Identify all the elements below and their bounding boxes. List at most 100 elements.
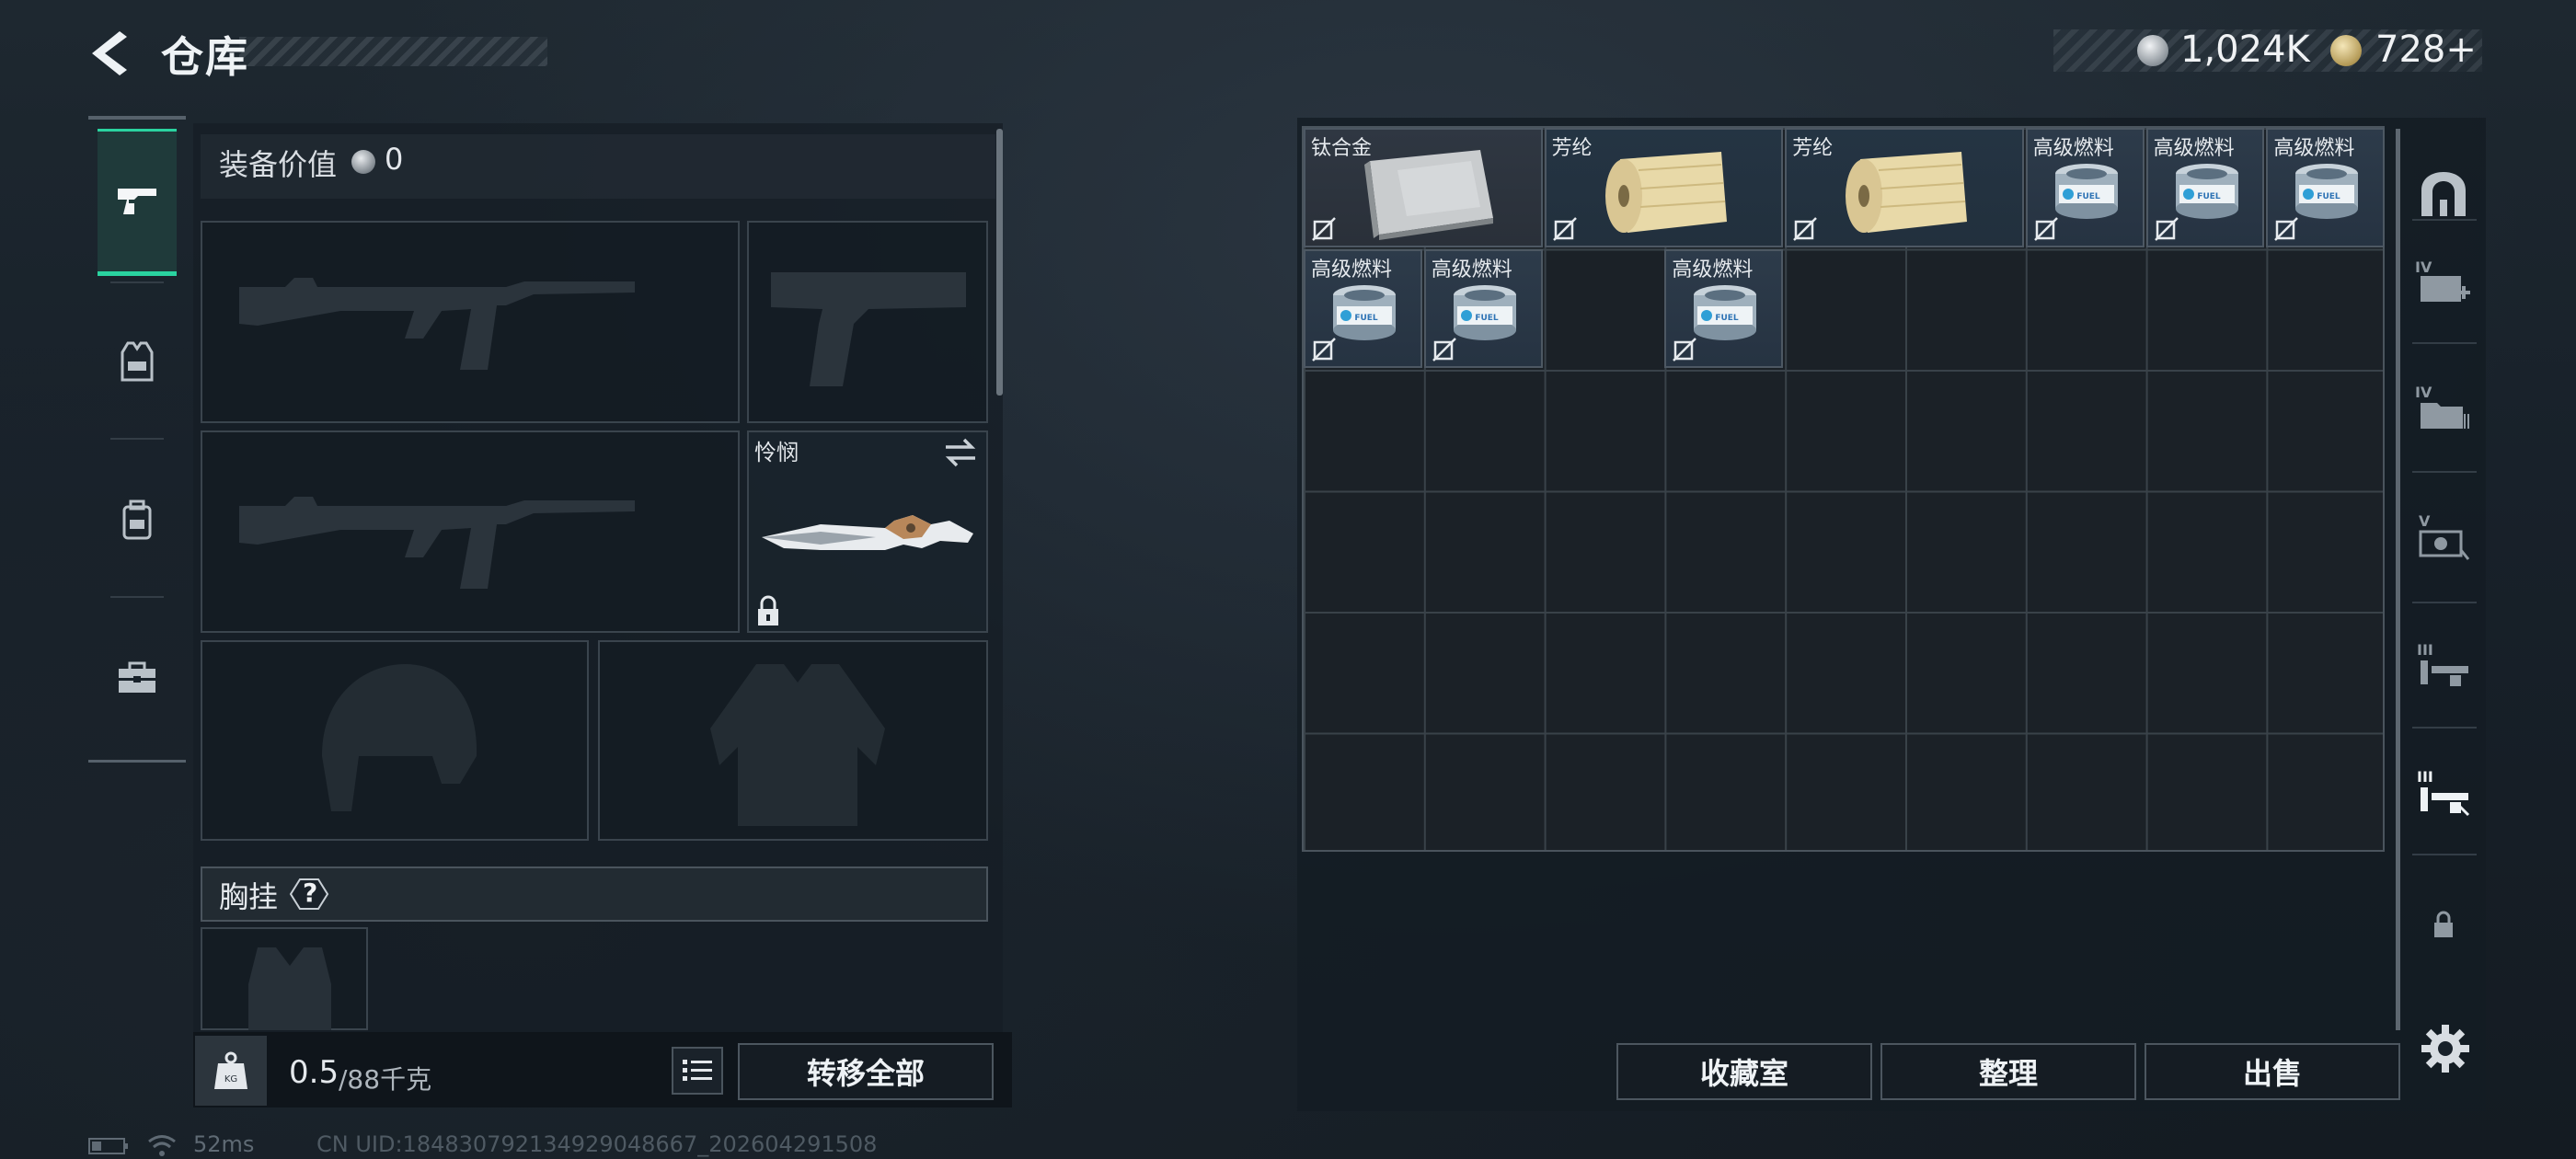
chest-rig-silhouette-icon (248, 947, 331, 1030)
storage-item-name: 高级燃料 (2153, 137, 2235, 160)
storage-tab-iv-2[interactable]: IV (2403, 348, 2484, 467)
storage-item-fuel[interactable]: FUEL 高级燃料 (1423, 248, 1543, 368)
melee-weapon-name: 怜悯 (754, 440, 799, 465)
lock-icon (758, 595, 778, 625)
storage-item-name: 钛合金 (1311, 137, 1373, 160)
no-trade-icon (1311, 337, 1337, 362)
storage-item-name: 芳纶 (1551, 137, 1593, 160)
helmet-slot[interactable] (201, 640, 589, 841)
add-gold-button[interactable]: + (2445, 29, 2477, 71)
swap-icon[interactable] (942, 436, 979, 469)
tab-backpack[interactable] (98, 451, 177, 589)
svg-text:V: V (2419, 512, 2431, 530)
carry-weight-max: /88千克 (339, 1064, 432, 1095)
left-rail-bottom-line (88, 760, 186, 763)
sell-button[interactable]: 出售 (2145, 1043, 2400, 1100)
rail-separator (2412, 854, 2477, 855)
storage-item-fuel[interactable]: FUEL 高级燃料 (2145, 128, 2265, 247)
arch-icon (2421, 172, 2466, 216)
storage-item-name: 高级燃料 (2273, 137, 2355, 160)
carry-weight-current: 0.5 (289, 1054, 339, 1091)
list-icon (683, 1060, 712, 1081)
aramid-roll-image (1823, 143, 1980, 244)
tab-case[interactable] (98, 609, 177, 747)
fuel-can-image: FUEL (1329, 282, 1399, 345)
storage-scrollbar[interactable] (2396, 129, 2400, 1030)
back-button[interactable] (83, 26, 138, 81)
storage-tab-iii-1[interactable]: III (2403, 605, 2484, 725)
rail-separator (2412, 471, 2477, 473)
tab-vest[interactable] (98, 293, 177, 430)
gold-currency-amount[interactable]: 728+ (2375, 29, 2477, 71)
help-mark: ? (303, 878, 318, 908)
uid-text: CN UID:184830792134929048667_20260429150… (316, 1131, 878, 1157)
weight-icon-box: KG (195, 1036, 267, 1106)
svg-text:IV: IV (2415, 258, 2432, 276)
no-trade-icon (1552, 216, 1578, 242)
svg-text:FUEL: FUEL (1475, 314, 1499, 323)
no-trade-icon (1672, 337, 1697, 362)
settings-gear-icon[interactable] (2420, 1023, 2471, 1074)
rifle-silhouette-icon (239, 497, 635, 589)
equipment-value-label: 装备价值 (219, 147, 338, 182)
help-button[interactable]: ? (287, 876, 331, 912)
chest-rig-label: 胸挂 (219, 879, 279, 914)
storage-item-fuel[interactable]: FUEL 高级燃料 (1304, 248, 1422, 368)
transfer-all-button[interactable]: 转移全部 (738, 1043, 994, 1100)
fuel-can-image: FUEL (2292, 161, 2362, 224)
storage-tab-iv-1[interactable]: IV (2403, 223, 2484, 342)
storage-item-titan[interactable]: 钛合金 (1304, 128, 1543, 247)
helmet-silhouette-icon (322, 664, 477, 811)
primary-weapon-slot-1[interactable] (201, 221, 740, 423)
list-view-button[interactable] (672, 1047, 723, 1095)
svg-text:FUEL: FUEL (1716, 314, 1740, 323)
storage-tab-iii-2[interactable]: III (2403, 732, 2484, 852)
rail-separator (110, 596, 164, 598)
gold-coin-icon (2330, 35, 2362, 66)
storage-item-fuel[interactable]: FUEL 高级燃料 (2025, 128, 2145, 247)
body-armor-slot[interactable] (598, 640, 988, 841)
storage-item-fuel[interactable]: FUEL 高级燃料 (1664, 248, 1784, 368)
equipment-value: 0 (385, 142, 404, 177)
pistol-silhouette-icon (771, 272, 966, 386)
rail-separator (110, 281, 164, 283)
rifle-silhouette-icon (239, 278, 635, 370)
chest-rig-slot[interactable] (201, 927, 368, 1030)
ping-text: 52ms (193, 1131, 255, 1157)
aramid-roll-image (1583, 143, 1740, 244)
tab-weapons[interactable] (98, 129, 177, 276)
gold-currency-value: 728 (2375, 29, 2446, 71)
storage-item-aramid[interactable]: 芳纶 (1544, 128, 1784, 247)
storage-item-fuel[interactable]: FUEL 高级燃料 (2266, 128, 2386, 247)
storage-item-name: 高级燃料 (1672, 258, 1754, 281)
equipment-scrollbar[interactable] (996, 129, 1003, 396)
pistol-icon (118, 189, 156, 214)
iv-case-icon: IV (2415, 258, 2470, 302)
no-trade-icon (1432, 337, 1457, 362)
silver-currency-amount: 1,024K (2180, 29, 2310, 71)
organize-button[interactable]: 整理 (1880, 1043, 2136, 1100)
wifi-icon (148, 1135, 176, 1156)
armor-silhouette-icon (710, 664, 885, 826)
primary-weapon-slot-2[interactable] (201, 430, 740, 633)
svg-text:FUEL: FUEL (2317, 192, 2341, 201)
rail-separator (2412, 342, 2477, 344)
battery-icon (88, 1138, 128, 1154)
iii-rack-icon: III (2417, 641, 2468, 686)
backpack-icon (122, 499, 152, 540)
page-title: 仓库 (161, 32, 249, 82)
toolbox-icon (119, 661, 155, 693)
rail-separator (2412, 727, 2477, 729)
storage-tab-v[interactable]: V (2403, 476, 2484, 596)
rail-separator (110, 438, 164, 440)
storage-item-aramid[interactable]: 芳纶 (1785, 128, 2024, 247)
karambit-knife-image (762, 515, 973, 550)
rail-separator (2412, 219, 2477, 221)
weight-icon: KG (214, 1051, 247, 1089)
iii-rack-active-icon: III (2417, 768, 2470, 817)
silver-coin-icon (2137, 35, 2168, 66)
pistol-slot[interactable] (747, 221, 988, 423)
collection-room-button[interactable]: 收藏室 (1616, 1043, 1872, 1100)
storage-tab-locked[interactable] (2403, 865, 2484, 984)
svg-text:III: III (2417, 641, 2433, 659)
